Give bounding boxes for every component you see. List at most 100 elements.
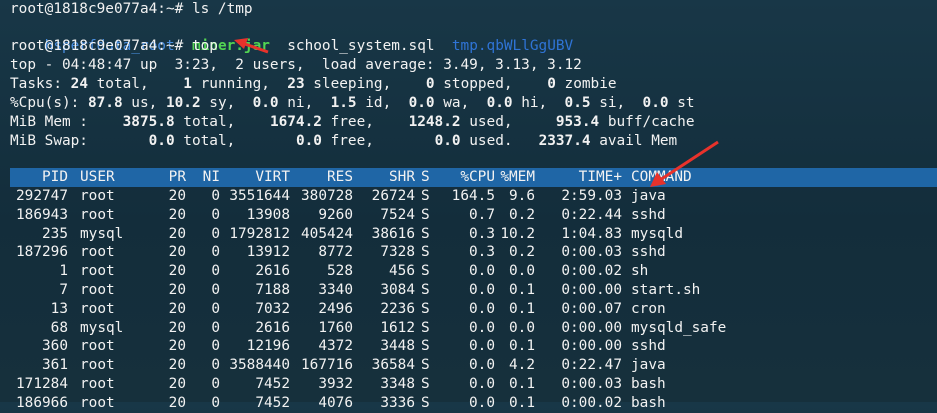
cell-user: root — [80, 300, 115, 317]
cell-cpu: 0.0 — [469, 319, 495, 336]
cell-command: java — [631, 188, 666, 204]
cell-user: root — [80, 376, 115, 392]
cell-user: mysql — [80, 319, 124, 336]
cell-cpu: 0.3 — [469, 225, 495, 242]
cell-command: sh — [631, 263, 649, 280]
cell-cpu: 0.0 — [469, 282, 495, 298]
cell-command: sshd — [631, 206, 666, 223]
top-swap-line: MiB Swap: 0.0 total, 0.0 free, 0.0 used.… — [10, 133, 678, 149]
process-row: 360 root 20 0 12196 4372 3448 S 0.0 0.1 0:00.00 ssh… — [10, 337, 937, 356]
cell-user: root — [80, 338, 115, 355]
cell-state: S — [421, 357, 430, 374]
header-user: USER — [80, 169, 115, 185]
cell-res: 528 — [327, 263, 353, 280]
cell-pid: 186943 — [16, 206, 68, 223]
cell-res: 3340 — [318, 282, 353, 298]
cell-time: 1:04.83 — [561, 225, 622, 242]
cell-state: S — [421, 338, 430, 355]
top-mem-line: MiB Mem : 3875.8 total, 1674.2 free, 124… — [10, 114, 695, 130]
cell-command: cron — [631, 300, 666, 317]
cell-ni: 0 — [211, 206, 220, 223]
cell-pid: 13 — [50, 300, 68, 317]
cell-mem: 0.2 — [509, 244, 535, 261]
cell-mem: 0.1 — [509, 282, 535, 298]
cell-ni: 0 — [211, 300, 220, 317]
cell-cpu: 0.7 — [469, 206, 495, 223]
cell-state: S — [421, 300, 430, 317]
process-row: 13 root 20 0 7032 2496 2236 S 0.0 0.1 0:00.07 cron — [10, 300, 937, 319]
process-row: 68 mysql 20 0 2616 1760 1612 S 0.0 0.0 0:00.00 mysq… — [10, 319, 937, 338]
cell-cpu: 0.0 — [469, 394, 495, 411]
cell-res: 3932 — [318, 376, 353, 392]
cell-pr: 20 — [168, 394, 186, 411]
cell-mem: 10.2 — [500, 225, 535, 242]
cell-res: 167716 — [301, 357, 353, 374]
cell-shr: 36584 — [371, 357, 415, 374]
cell-time: 0:00.07 — [561, 300, 622, 317]
cell-pid: 68 — [50, 319, 68, 336]
cell-pid: 171284 — [16, 376, 68, 392]
top-cpu-line: %Cpu(s): 87.8 us, 10.2 sy, 0.0 ni, 1.5 i… — [10, 95, 695, 111]
header-mem: %MEM — [500, 169, 535, 185]
cell-state: S — [421, 188, 430, 204]
cell-pr: 20 — [168, 357, 186, 374]
cell-user: root — [80, 282, 115, 298]
cell-res: 380728 — [301, 188, 353, 204]
cell-pr: 20 — [168, 282, 186, 298]
cell-user: root — [80, 357, 115, 374]
cell-pid: 360 — [42, 338, 68, 355]
cell-pr: 20 — [168, 338, 186, 355]
terminal-window[interactable]: root@1818c9e077a4:~# ls /tmp hsperfdata_… — [0, 0, 937, 411]
cell-res: 4076 — [318, 394, 353, 411]
cell-virt: 3588440 — [229, 357, 290, 374]
process-row: 187296 root 20 0 13912 8772 7328 S 0.3 0.2 0:00.03… — [10, 243, 937, 262]
ls-item-tmp-dir: tmp.qbWLlGgUBV — [451, 38, 574, 54]
ls-item-school-sql: school_system.sql — [287, 38, 435, 54]
cell-command: mysqld_safe — [631, 319, 727, 336]
cell-pid: 292747 — [16, 188, 68, 204]
cell-mem: 0.2 — [509, 206, 535, 223]
tasks-total: 24 — [70, 76, 88, 92]
cell-state: S — [421, 319, 430, 336]
cell-ni: 0 — [211, 282, 220, 298]
process-row: 292747 root 20 0 3551644 380728 26724 S 164.5 9.6… — [10, 187, 937, 206]
cell-pid: 187296 — [16, 244, 68, 261]
cell-res: 4372 — [318, 338, 353, 355]
cell-res: 9260 — [318, 206, 353, 223]
cell-virt: 12196 — [246, 338, 290, 355]
process-row: 7 root 20 0 7188 3340 3084 S 0.0 0.1 0:00.00 start.… — [10, 281, 937, 300]
header-pid: PID — [42, 169, 68, 185]
cell-shr: 3336 — [380, 394, 415, 411]
cell-time: 0:00.03 — [561, 244, 622, 261]
cell-mem: 0.1 — [509, 394, 535, 411]
cell-state: S — [421, 263, 430, 280]
cell-shr: 38616 — [371, 225, 415, 242]
cell-user: root — [80, 244, 115, 261]
process-row: 171284 root 20 0 7452 3932 3348 S 0.0 0.1 0:00.03 b… — [10, 375, 937, 394]
cell-time: 0:00.00 — [561, 338, 622, 355]
cell-time: 2:59.03 — [561, 188, 622, 204]
cell-user: root — [80, 206, 115, 223]
process-row: 1 root 20 0 2616 528 456 S 0.0 0.0 0:00.02 sh — [10, 262, 937, 281]
cell-command: start.sh — [631, 282, 701, 298]
cell-virt: 7452 — [255, 376, 290, 392]
cell-mem: 0.1 — [509, 338, 535, 355]
tasks-sleeping: 23 — [287, 76, 305, 92]
cell-ni: 0 — [211, 244, 220, 261]
header-cpu: %CPU — [460, 169, 495, 185]
cell-command: sshd — [631, 244, 666, 261]
cell-user: root — [80, 394, 115, 411]
cell-virt: 13908 — [246, 206, 290, 223]
cell-command: bash — [631, 376, 666, 392]
header-res: RES — [327, 169, 353, 185]
command-line-ls: root@1818c9e077a4:~# ls /tmp — [10, 1, 253, 17]
cell-pr: 20 — [168, 300, 186, 317]
cell-shr: 2236 — [380, 300, 415, 317]
cell-shr: 26724 — [371, 188, 415, 204]
cell-shr: 3084 — [380, 282, 415, 298]
header-time: TIME+ — [578, 169, 622, 185]
cell-command: bash — [631, 394, 666, 411]
cell-virt: 2616 — [255, 319, 290, 336]
cell-pr: 20 — [168, 376, 186, 392]
cell-user: root — [80, 188, 115, 204]
